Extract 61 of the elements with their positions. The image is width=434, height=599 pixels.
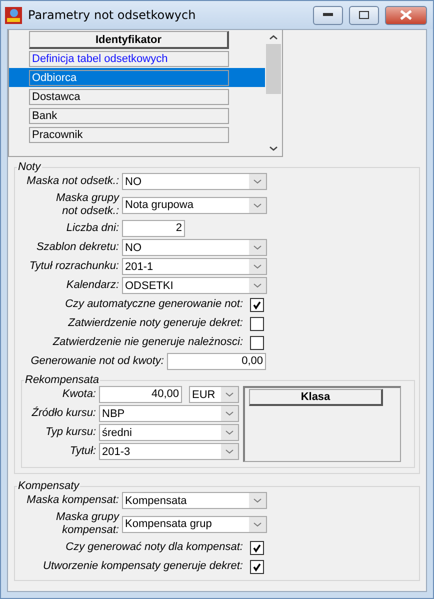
field-label: Szablon dekretu:	[35, 241, 119, 254]
field-label: Tytuł:	[68, 445, 96, 458]
close-icon[interactable]	[400, 10, 412, 20]
dropdown-field[interactable]: 201-1	[122, 258, 267, 275]
field-label: Typ kursu:	[44, 426, 96, 439]
field-label: Tytuł rozrachunku:	[28, 260, 119, 273]
minimize-button[interactable]	[313, 6, 343, 24]
checkbox[interactable]	[250, 298, 264, 312]
list-row[interactable]: Odbiorca	[9, 68, 265, 87]
dropdown-field[interactable]: 201-3	[99, 443, 239, 460]
window-title: Parametry not odsetkowych	[28, 8, 197, 22]
maximize-icon[interactable]	[359, 11, 369, 19]
field-label: Czy automatyczne generowanie not:	[64, 298, 243, 311]
field-label: Zatwierdzenie noty generuje dekret:	[67, 317, 243, 330]
group-title: Rekompensata	[24, 374, 100, 386]
input-field[interactable]: 2	[122, 220, 185, 237]
dropdown-field[interactable]: EUR	[189, 386, 239, 403]
column-header[interactable]: Klasa	[249, 389, 383, 406]
list-cell[interactable]: Dostawca	[29, 88, 229, 104]
scroll-thumb[interactable]	[266, 44, 281, 94]
checkbox[interactable]	[250, 316, 264, 330]
field-label: Maska not odsetk.:	[26, 175, 119, 188]
dropdown-field[interactable]: Kompensata	[122, 492, 267, 509]
field-label: Liczba dni:	[65, 222, 119, 235]
list-cell[interactable]: Bank	[29, 108, 229, 124]
field-label: Kwota:	[61, 388, 96, 401]
input-field[interactable]: 40,00	[99, 386, 182, 403]
group-title: Kompensaty	[17, 480, 80, 492]
list-cell[interactable]: Odbiorca	[29, 70, 229, 86]
dropdown-field[interactable]: NO	[122, 239, 267, 256]
field-label: Utworzenie kompensaty generuje dekret:	[42, 560, 243, 573]
field-label: Kalendarz:	[65, 279, 119, 292]
list-row[interactable]: Dostawca	[9, 87, 265, 106]
maximize-button[interactable]	[349, 6, 379, 24]
dropdown-field[interactable]: NO	[122, 173, 267, 190]
list-row[interactable]: Pracownik	[9, 125, 265, 144]
dropdown-field[interactable]: Nota grupowa	[122, 196, 267, 214]
field-label: Źródło kursu:	[30, 407, 96, 420]
list-row[interactable]: Definicja tabel odsetkowych	[9, 49, 265, 68]
close-button[interactable]	[385, 6, 427, 24]
checkbox[interactable]	[250, 560, 264, 574]
field-label: Zatwierdzenie nie generuje należnosci:	[52, 336, 243, 349]
field-label: Czy generować noty dla kompensat:	[64, 541, 243, 554]
list-row[interactable]: Bank	[9, 106, 265, 125]
checkbox[interactable]	[250, 540, 264, 554]
field-label: Maska kompensat:	[26, 494, 119, 507]
app-logo-icon	[5, 6, 22, 24]
input-field[interactable]: 0,00	[167, 353, 266, 370]
minimize-icon[interactable]	[323, 13, 333, 17]
field-label: Maska grupy kompensat:	[55, 511, 119, 537]
field-label: Maska grupy not odsetk.:	[55, 192, 119, 218]
column-header[interactable]: Identyfikator	[29, 31, 229, 49]
dropdown-field[interactable]: Kompensata grup	[122, 516, 267, 532]
dropdown-field[interactable]: średni	[99, 424, 239, 441]
dropdown-field[interactable]: NBP	[99, 405, 239, 422]
checkbox[interactable]	[250, 336, 264, 350]
dropdown-field[interactable]: ODSETKI	[122, 277, 267, 294]
field-label: Generowanie not od kwoty:	[30, 355, 164, 368]
list-cell[interactable]: Pracownik	[29, 126, 229, 142]
link-cell[interactable]: Definicja tabel odsetkowych	[29, 50, 229, 66]
group-title: Noty	[17, 161, 42, 173]
